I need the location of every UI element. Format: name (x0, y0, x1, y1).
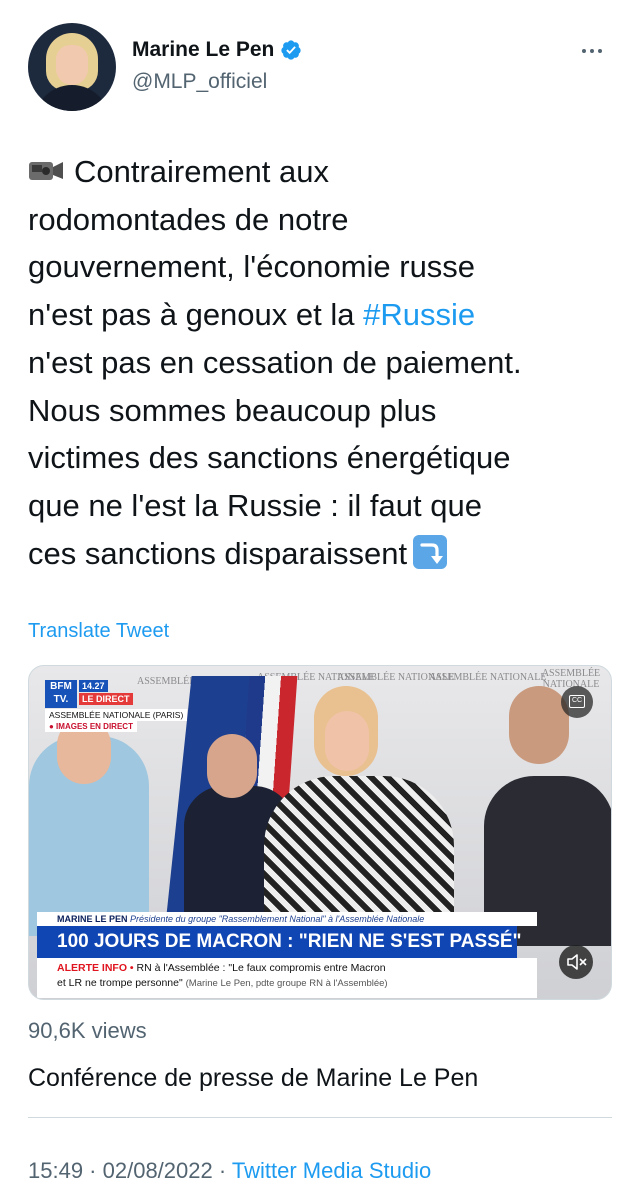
tweet-line: Contrairement aux (28, 148, 618, 196)
tweet-header: Marine Le Pen @MLP_officiel (28, 23, 612, 111)
media-title: Conférence de presse de Marine Le Pen (28, 1064, 479, 1092)
name-strip: MARINE LE PEN Présidente du groupe "Rass… (37, 912, 537, 926)
author-handle[interactable]: @MLP_officiel (132, 70, 267, 94)
view-count: 90,6K views (28, 1018, 147, 1043)
tweet-line: n'est pas à genoux et la #Russie (28, 291, 618, 339)
alert-credit: (Marine Le Pen, pdte groupe RN à l'Assem… (185, 978, 388, 989)
mute-button[interactable] (559, 945, 593, 979)
avatar[interactable] (28, 23, 116, 111)
tweet-line: n'est pas en cessation de paiement. (28, 344, 522, 380)
speaker-muted-icon (567, 954, 587, 970)
speaker-face (325, 711, 369, 771)
name-strip-name: MARINE LE PEN (57, 914, 128, 924)
tweet-text: Contrairement aux rodomontades de notre … (28, 148, 618, 577)
alert-text-line-2: et LR ne trompe personne" (57, 977, 183, 989)
name-strip-role: Présidente du groupe "Rassemblement Nati… (130, 914, 425, 924)
author-name-row[interactable]: Marine Le Pen (132, 38, 302, 62)
video-camera-icon (28, 149, 66, 180)
tweet-metadata: 15:49 · 02/08/2022 · Twitter Media Studi… (28, 1158, 431, 1184)
divider (28, 1117, 612, 1118)
tweet-line: que ne l'est la Russie : il faut que (28, 487, 482, 523)
tweet-line: gouvernement, l'économie russe (28, 249, 476, 285)
live-images-badge: ● IMAGES EN DIRECT (45, 721, 137, 732)
person-middle-head (207, 734, 257, 798)
tweet-date[interactable]: 02/08/2022 (103, 1158, 213, 1183)
headline-banner: 100 JOURS DE MACRON : "RIEN NE S'EST PAS… (37, 926, 522, 958)
closed-captions-icon: CC (569, 695, 585, 708)
alert-ticker: ALERTE INFO • RN à l'Assemblée : "Le fau… (37, 958, 537, 998)
author-name[interactable]: Marine Le Pen (132, 38, 274, 62)
channel-logo: BFM TV. (45, 680, 77, 708)
alert-text-line-1: RN à l'Assemblée : "Le faux compromis en… (136, 962, 386, 974)
meta-separator: · (212, 1158, 232, 1183)
tweet-line-text: ces sanctions disparaissent (28, 535, 408, 571)
avatar-jacket (34, 85, 110, 111)
alert-label: ALERTE INFO • (57, 962, 134, 974)
translate-tweet-link[interactable]: Translate Tweet (28, 620, 169, 643)
avatar-face (56, 45, 88, 85)
live-badge: LE DIRECT (79, 693, 133, 705)
tweet-line-text: n'est pas à genoux et la (28, 297, 364, 333)
broadcast-location: ASSEMBLÉE NATIONALE (PARIS) (45, 709, 188, 721)
tweet-line-text: Contrairement aux (74, 154, 330, 189)
person-right-head (509, 686, 569, 764)
tweet-line: ces sanctions disparaissent (28, 530, 618, 578)
tweet-line: rodomontades de notre (28, 201, 349, 237)
meta-separator: · (83, 1158, 103, 1183)
source-link[interactable]: Twitter Media Studio (232, 1158, 431, 1183)
closed-captions-button[interactable]: CC (561, 686, 593, 718)
broadcast-time: 14.27 (79, 680, 108, 692)
arrow-down-icon (413, 534, 448, 569)
tweet-line: victimes des sanctions énergétique (28, 440, 511, 476)
tweet-time[interactable]: 15:49 (28, 1158, 83, 1183)
more-options-icon[interactable] (578, 41, 606, 61)
video-player[interactable]: ASSEMBLÉE NATIONALE ASSEMBLÉE NATIONALE … (28, 665, 612, 1000)
verified-badge-icon (280, 39, 302, 61)
hashtag-link[interactable]: #Russie (363, 297, 475, 332)
tweet-line: Nous sommes beaucoup plus (28, 392, 437, 428)
wall-sign: ASSEMBLÉE NATIONALE (429, 672, 547, 683)
